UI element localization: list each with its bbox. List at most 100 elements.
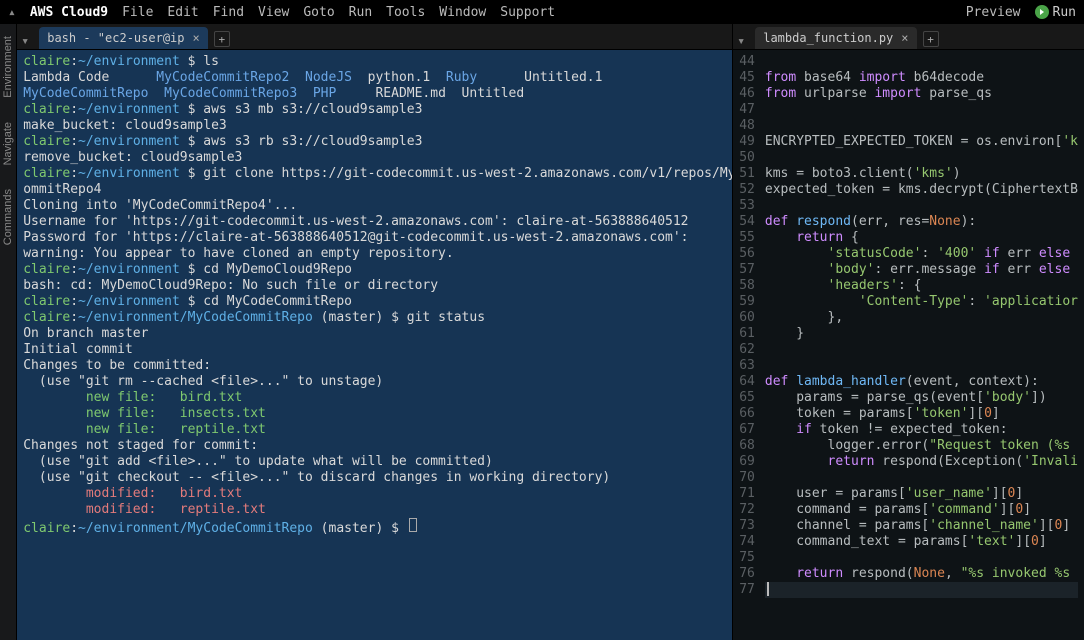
code-line: kms = boto3.client('kms') (765, 166, 1078, 182)
menu-edit[interactable]: Edit (167, 5, 198, 20)
line-number: 73 (739, 518, 755, 534)
code-line: 'Content-Type': 'applicatior (765, 294, 1078, 310)
terminal-line: new file: reptile.txt (23, 422, 726, 438)
menu-run[interactable]: Run (349, 5, 372, 20)
menu-preview[interactable]: Preview (966, 5, 1021, 20)
code-line: def lambda_handler(event, context): (765, 374, 1078, 390)
terminal-line: Changes to be committed: (23, 358, 726, 374)
tab-dropdown-icon[interactable]: ▾ (21, 34, 33, 49)
menu-run-label: Run (1053, 5, 1076, 20)
new-tab-button[interactable]: + (214, 31, 230, 47)
line-number: 53 (739, 198, 755, 214)
code-line: if token != expected_token: (765, 422, 1078, 438)
terminal-line: Cloning into 'MyCodeCommitRepo4'... (23, 198, 726, 214)
tab-terminal[interactable]: bash - "ec2-user@ip × (39, 27, 208, 49)
code-line: from base64 import b64decode (765, 70, 1078, 86)
code-line (765, 54, 1078, 70)
line-number: 58 (739, 278, 755, 294)
code-line: params = parse_qs(event['body']) (765, 390, 1078, 406)
close-icon[interactable]: × (193, 31, 200, 45)
code-line (765, 470, 1078, 486)
menu-find[interactable]: Find (213, 5, 244, 20)
app-logo[interactable]: AWS Cloud9 (30, 5, 108, 20)
code-content[interactable]: from base64 import b64decodefrom urlpars… (763, 50, 1084, 640)
terminal-line: Username for 'https://git-codecommit.us-… (23, 214, 726, 230)
code-line (765, 358, 1078, 374)
line-number: 55 (739, 230, 755, 246)
tab-editor-label: lambda_function.py (763, 31, 893, 45)
tab-editor[interactable]: lambda_function.py × (755, 27, 916, 49)
run-icon (1035, 5, 1049, 19)
terminal-line: claire:~/environment $ aws s3 rb s3://cl… (23, 134, 726, 150)
code-line (765, 102, 1078, 118)
line-number: 54 (739, 214, 755, 230)
line-number: 75 (739, 550, 755, 566)
code-line: logger.error("Request token (%s (765, 438, 1078, 454)
line-number: 68 (739, 438, 755, 454)
side-tab-navigate[interactable]: Navigate (0, 110, 16, 177)
menu-goto[interactable]: Goto (303, 5, 334, 20)
terminal-line: modified: bird.txt (23, 486, 726, 502)
terminal-line: On branch master (23, 326, 726, 342)
menu-view[interactable]: View (258, 5, 289, 20)
line-number: 66 (739, 406, 755, 422)
terminal[interactable]: claire:~/environment $ lsLambda Code MyC… (17, 50, 732, 640)
side-tab-environment[interactable]: Environment (0, 24, 16, 110)
code-line (765, 150, 1078, 166)
terminal-line: ommitRepo4 (23, 182, 726, 198)
code-line: 'headers': { (765, 278, 1078, 294)
line-number: 57 (739, 262, 755, 278)
code-line: } (765, 326, 1078, 342)
menu-run-button[interactable]: Run (1035, 5, 1076, 20)
terminal-line: Password for 'https://claire-at-56388864… (23, 230, 726, 246)
code-line: return respond(None, "%s invoked %s (765, 566, 1078, 582)
right-tabbar: ▾ lambda_function.py × + (733, 24, 1084, 50)
line-number: 72 (739, 502, 755, 518)
sidebar-toggle-icon[interactable]: ▴ (8, 5, 16, 20)
terminal-line: Changes not staged for commit: (23, 438, 726, 454)
code-editor[interactable]: 4445464748495051525354555657585960616263… (733, 50, 1084, 640)
menu-support[interactable]: Support (500, 5, 555, 20)
terminal-line: (use "git add <file>..." to update what … (23, 454, 726, 470)
code-line: def respond(err, res=None): (765, 214, 1078, 230)
line-number: 60 (739, 310, 755, 326)
line-number: 45 (739, 70, 755, 86)
close-icon[interactable]: × (901, 31, 908, 45)
line-number: 69 (739, 454, 755, 470)
code-line: 'statusCode': '400' if err else (765, 246, 1078, 262)
left-gutter: EnvironmentNavigateCommands (0, 24, 17, 640)
line-number: 50 (739, 150, 755, 166)
menu-file[interactable]: File (122, 5, 153, 20)
menu-tools[interactable]: Tools (386, 5, 425, 20)
terminal-line: MyCodeCommitRepo MyCodeCommitRepo3 PHP R… (23, 86, 726, 102)
line-number: 67 (739, 422, 755, 438)
line-number: 65 (739, 390, 755, 406)
code-line: expected_token = kms.decrypt(CiphertextB (765, 182, 1078, 198)
line-number: 59 (739, 294, 755, 310)
line-number: 63 (739, 358, 755, 374)
terminal-line: claire:~/environment $ ls (23, 54, 726, 70)
code-line: user = params['user_name'][0] (765, 486, 1078, 502)
code-line: token = params['token'][0] (765, 406, 1078, 422)
line-number: 52 (739, 182, 755, 198)
code-line: 'body': err.message if err else (765, 262, 1078, 278)
terminal-line: new file: insects.txt (23, 406, 726, 422)
code-line: channel = params['channel_name'][0] (765, 518, 1078, 534)
line-number: 64 (739, 374, 755, 390)
terminal-line: claire:~/environment $ cd MyCodeCommitRe… (23, 294, 726, 310)
line-number: 46 (739, 86, 755, 102)
terminal-line: Lambda Code MyCodeCommitRepo2 NodeJS pyt… (23, 70, 726, 86)
side-tab-commands[interactable]: Commands (0, 177, 16, 257)
terminal-line: claire:~/environment $ cd MyDemoCloud9Re… (23, 262, 726, 278)
terminal-line: claire:~/environment/MyCodeCommitRepo (m… (23, 518, 726, 537)
tab-dropdown-icon[interactable]: ▾ (737, 34, 749, 49)
code-line: return { (765, 230, 1078, 246)
terminal-line: claire:~/environment $ git clone https:/… (23, 166, 726, 182)
menu-window[interactable]: Window (439, 5, 486, 20)
code-line (765, 198, 1078, 214)
terminal-line: (use "git rm --cached <file>..." to unst… (23, 374, 726, 390)
line-number: 62 (739, 342, 755, 358)
new-tab-button[interactable]: + (923, 31, 939, 47)
line-number: 71 (739, 486, 755, 502)
terminal-line: make_bucket: cloud9sample3 (23, 118, 726, 134)
